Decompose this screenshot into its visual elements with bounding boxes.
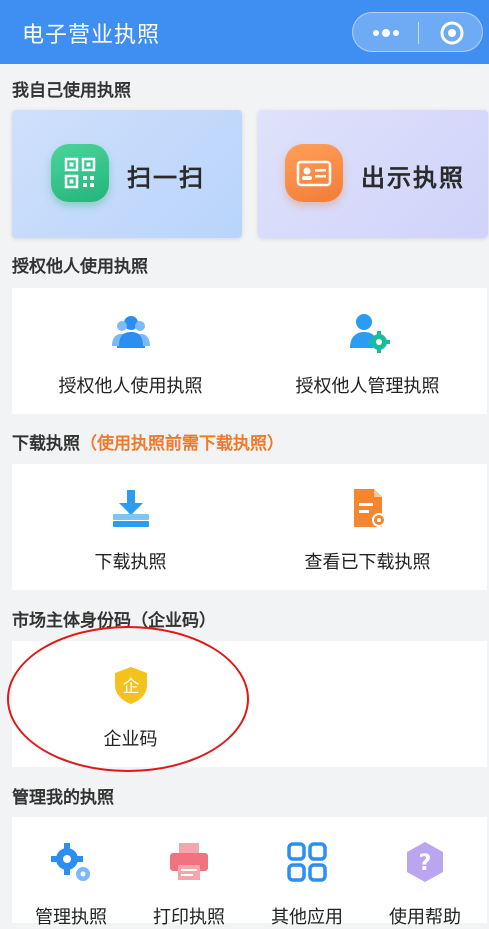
- authorize-card: 授权他人使用执照 授权他人管理执照: [12, 288, 487, 414]
- section-title-self-use: 我自己使用执照: [12, 81, 131, 101]
- authorize-use-button[interactable]: 授权他人使用执照: [12, 288, 249, 414]
- license-card-icon: [285, 144, 343, 202]
- download-license-label: 下载执照: [94, 552, 167, 573]
- svg-text:?: ?: [419, 851, 432, 876]
- show-license-label: 出示执照: [361, 164, 465, 192]
- help-label: 使用帮助: [389, 907, 461, 928]
- show-license-button[interactable]: 出示执照: [258, 110, 488, 238]
- other-apps-label: 其他应用: [271, 907, 343, 928]
- red-annotation-circle: [7, 626, 249, 772]
- other-apps-button[interactable]: 其他应用: [248, 817, 366, 928]
- scan-label: 扫一扫: [127, 164, 205, 192]
- manage-card: 管理执照 打印执照 其他应用 ? 使用帮助: [12, 817, 487, 928]
- page-title: 电子营业执照: [22, 23, 161, 48]
- download-card: 下载执照 查看已下载执照: [12, 464, 487, 590]
- section-title-download: 下载执照（使用执照前需下载执照）: [12, 429, 284, 454]
- print-license-label: 打印执照: [153, 907, 225, 928]
- users-icon: [111, 316, 150, 348]
- help-icon: ?: [407, 842, 443, 882]
- section-title-manage: 管理我的执照: [12, 788, 114, 808]
- section-title-download-text: 下载执照: [12, 434, 80, 454]
- gear-icon: [51, 843, 90, 881]
- manage-license-button[interactable]: 管理执照: [12, 817, 130, 928]
- document-view-icon: [353, 489, 386, 527]
- download-note: （使用执照前需下载执照）: [80, 434, 284, 454]
- authorize-manage-button[interactable]: 授权他人管理执照: [249, 288, 486, 414]
- print-license-button[interactable]: 打印执照: [130, 817, 248, 928]
- user-settings-icon: [349, 314, 390, 353]
- authorize-manage-label: 授权他人管理执照: [295, 376, 440, 397]
- download-license-button[interactable]: 下载执照: [12, 464, 249, 590]
- view-downloaded-button[interactable]: 查看已下载执照: [249, 464, 486, 590]
- manage-license-label: 管理执照: [35, 907, 107, 928]
- capsule-divider: [418, 22, 419, 44]
- grid-icon: [287, 842, 327, 882]
- more-dots-icon[interactable]: [369, 24, 403, 42]
- printer-icon: [170, 843, 208, 880]
- qr-code-icon: [51, 144, 109, 202]
- mini-program-close-icon[interactable]: [439, 20, 465, 46]
- authorize-use-label: 授权他人使用执照: [58, 376, 203, 397]
- download-icon: [112, 490, 149, 527]
- mini-program-capsule: [352, 12, 483, 52]
- scan-button[interactable]: 扫一扫: [12, 110, 242, 238]
- help-button[interactable]: ? 使用帮助: [366, 817, 484, 928]
- view-downloaded-label: 查看已下载执照: [304, 552, 431, 573]
- app-header: 电子营业执照: [0, 0, 489, 64]
- section-title-authorize: 授权他人使用执照: [12, 257, 148, 277]
